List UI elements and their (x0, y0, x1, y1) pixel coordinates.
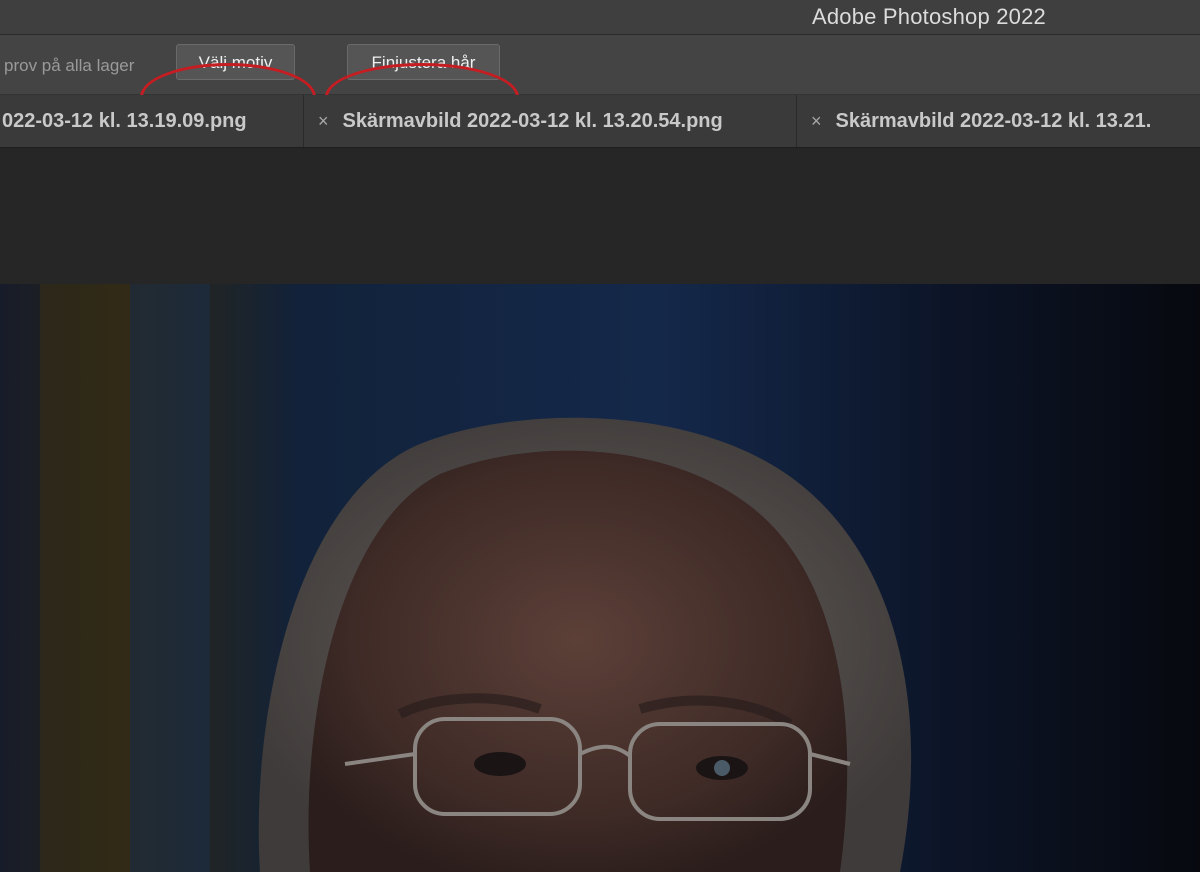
photo-image (0, 284, 1200, 872)
pasteboard (0, 148, 1200, 284)
close-icon[interactable]: × (811, 111, 822, 131)
title-bar: Adobe Photoshop 2022 (0, 0, 1200, 35)
tab-label: Skärmavbild 2022-03-12 kl. 13.20.54.png (342, 110, 723, 132)
app-title: Adobe Photoshop 2022 (812, 4, 1046, 29)
document-tab-3[interactable]: × Skärmavbild 2022-03-12 kl. 13.21. (797, 95, 1200, 147)
tab-label: Skärmavbild 2022-03-12 kl. 13.21. (835, 110, 1152, 132)
select-subject-button[interactable]: Välj motiv (176, 44, 295, 80)
options-bar: prov på alla lager Välj motiv Finjustera… (0, 35, 1200, 155)
tab-label: 022-03-12 kl. 13.19.09.png (2, 110, 247, 132)
document-canvas[interactable] (0, 284, 1200, 872)
close-icon[interactable]: × (318, 111, 329, 131)
document-tab-1[interactable]: 022-03-12 kl. 13.19.09.png (0, 95, 304, 147)
document-tab-bar: 022-03-12 kl. 13.19.09.png × Skärmavbild … (0, 95, 1200, 148)
sample-all-layers-label[interactable]: prov på alla lager (4, 56, 134, 76)
document-tab-2[interactable]: × Skärmavbild 2022-03-12 kl. 13.20.54.png (304, 95, 797, 147)
refine-hair-button[interactable]: Finjustera hår (347, 44, 500, 80)
